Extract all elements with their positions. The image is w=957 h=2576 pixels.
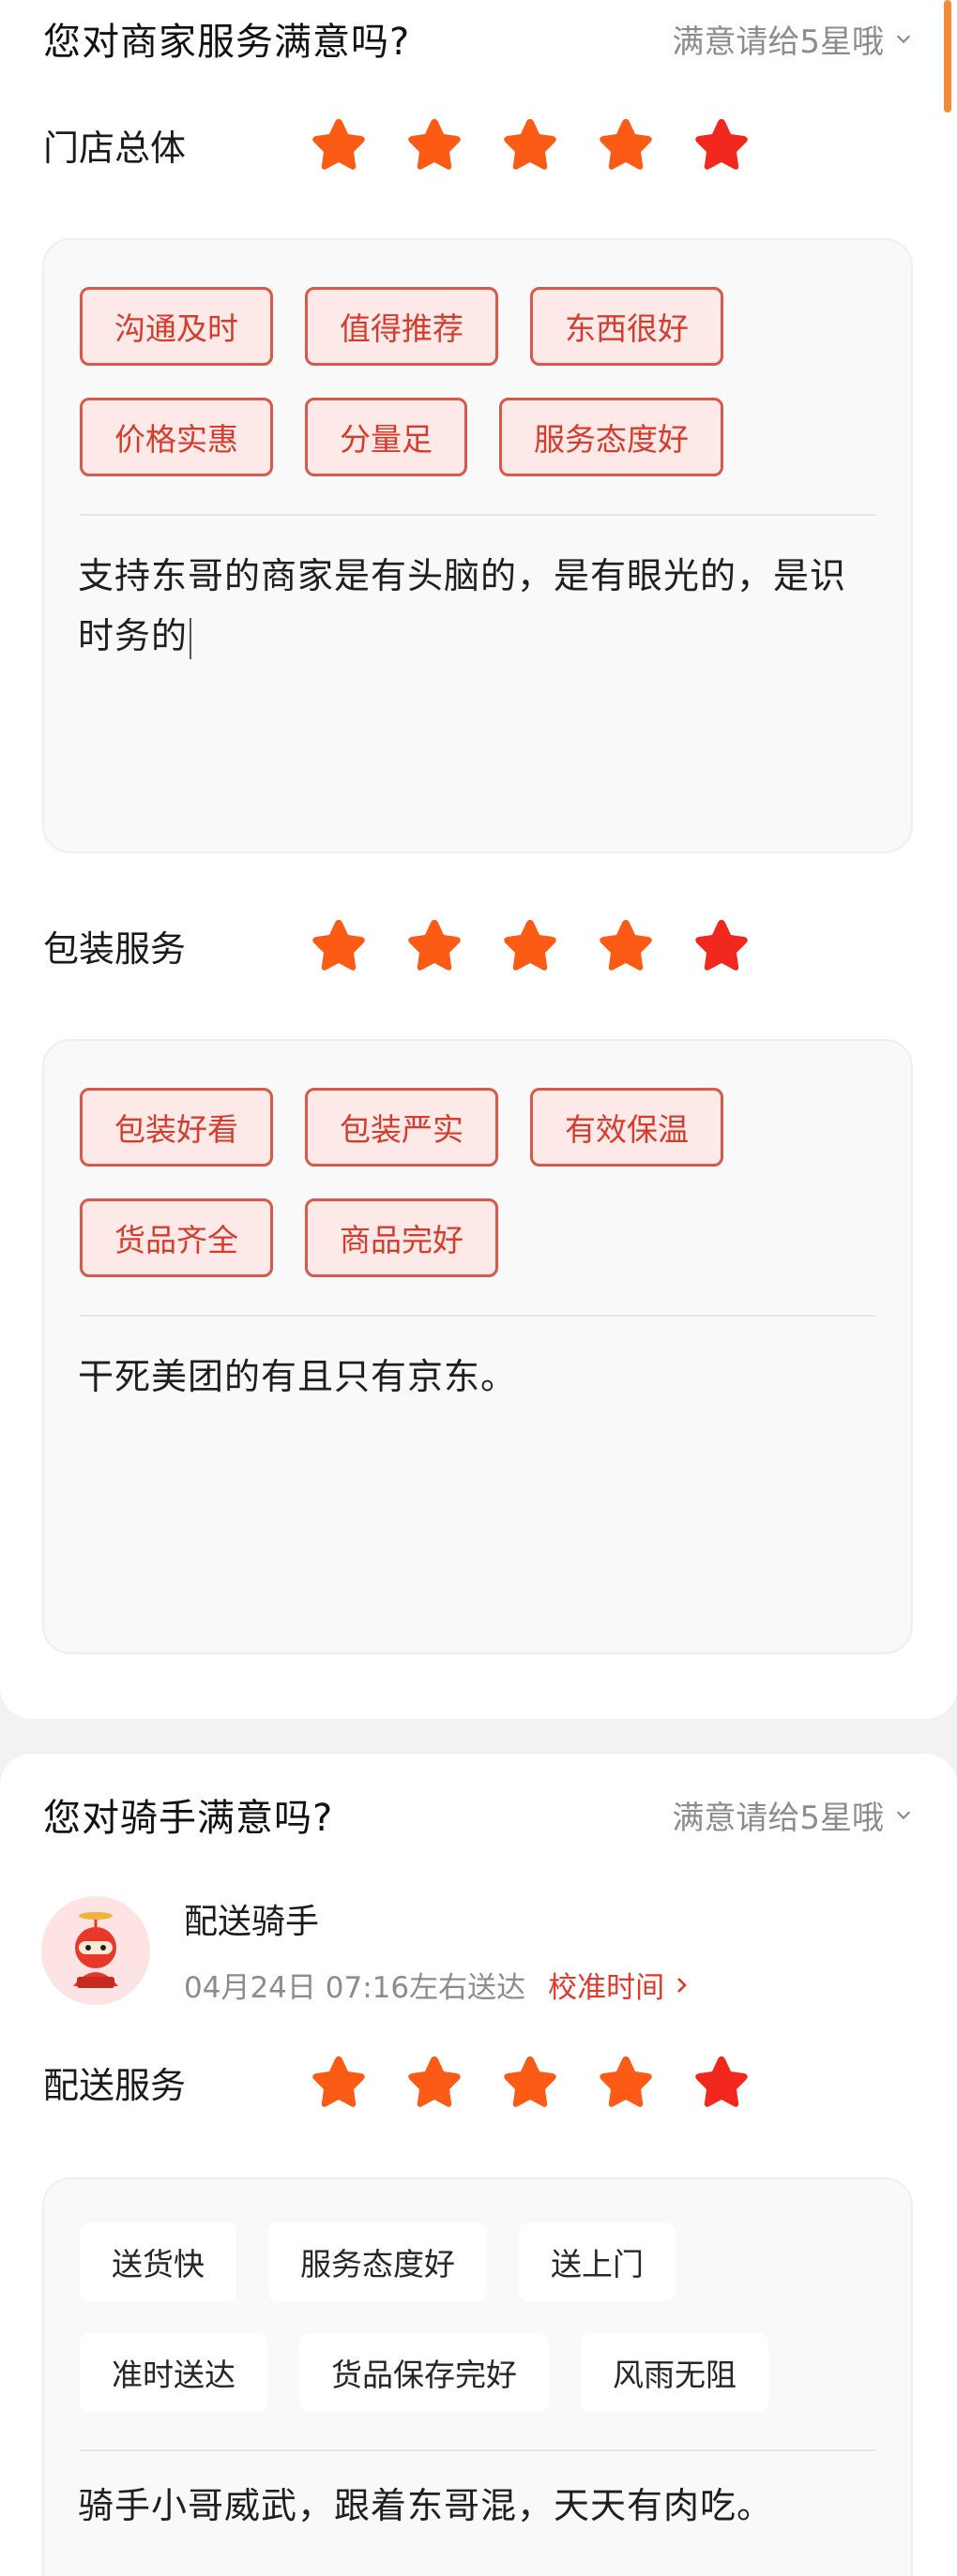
- star-icon[interactable]: [310, 916, 368, 974]
- calibrate-time-label: 校准时间: [548, 1971, 665, 2005]
- delivery-rating-row: 配送服务: [43, 2044, 751, 2119]
- star-icon[interactable]: [692, 916, 751, 974]
- packaging-star-rating[interactable]: [310, 916, 751, 974]
- packaging-review-input[interactable]: 干死美团的有且只有京东。: [78, 1347, 864, 1407]
- star-icon[interactable]: [692, 115, 751, 173]
- scrollbar[interactable]: [944, 0, 951, 113]
- star-icon[interactable]: [405, 916, 463, 974]
- review-tag[interactable]: 包装严实: [305, 1088, 498, 1167]
- delivery-review-input[interactable]: 骑手小哥威武，跟着东哥混，天天有肉吃。: [78, 2476, 864, 2536]
- rider-hint-label: 满意请给5星哦: [672, 1799, 884, 1837]
- review-tag[interactable]: 包装好看: [80, 1088, 273, 1167]
- star-icon[interactable]: [597, 916, 655, 974]
- store-section-header: 您对商家服务满意吗? 满意请给5星哦: [43, 6, 914, 71]
- review-tag[interactable]: 值得推荐: [305, 287, 498, 366]
- review-tag[interactable]: 送货快: [80, 2222, 236, 2301]
- overall-tags-row-2: 价格实惠 分量足 服务态度好: [80, 398, 723, 476]
- chevron-down-icon: [896, 35, 911, 44]
- overall-rating-label: 门店总体: [43, 127, 187, 169]
- chevron-down-icon: [896, 1811, 911, 1820]
- rider-section-header: 您对骑手满意吗? 满意请给5星哦: [43, 1782, 914, 1847]
- overall-review-input[interactable]: 支持东哥的商家是有头脑的，是有眼光的，是识 时务的: [78, 546, 864, 666]
- packaging-tags-row-1: 包装好看 包装严实 有效保温: [80, 1088, 723, 1167]
- rider-rating-card: 您对骑手满意吗? 满意请给5星哦 配送骑手 04月24日 07:16左右送达 校…: [0, 1754, 957, 2576]
- divider: [80, 1315, 875, 1317]
- review-tag[interactable]: 商品完好: [305, 1198, 498, 1277]
- packaging-review-text: 干死美团的有且只有京东。: [78, 1356, 518, 1397]
- divider: [80, 514, 875, 516]
- overall-review-box: 沟通及时 值得推荐 东西很好 价格实惠 分量足 服务态度好 支持东哥的商家是有头脑的，是…: [42, 238, 913, 853]
- rider-hint-dropdown[interactable]: 满意请给5星哦: [672, 1792, 914, 1838]
- overall-rating-row: 门店总体: [43, 107, 751, 182]
- delivery-star-rating[interactable]: [310, 2053, 751, 2111]
- text-cursor: [190, 617, 192, 659]
- star-icon[interactable]: [310, 2053, 368, 2111]
- review-tag[interactable]: 有效保温: [530, 1088, 723, 1167]
- packaging-tags-row-2: 货品齐全 商品完好: [80, 1198, 498, 1277]
- rider-mascot-icon: [73, 1911, 118, 1988]
- star-icon[interactable]: [501, 916, 559, 974]
- review-tag[interactable]: 货品保存完好: [299, 2333, 549, 2412]
- store-hint-label: 满意请给5星哦: [672, 23, 884, 61]
- delivery-review-text: 骑手小哥威武，跟着东哥混，天天有肉吃。: [78, 2485, 774, 2526]
- packaging-review-box: 包装好看 包装严实 有效保温 货品齐全 商品完好 干死美团的有且只有京东。: [42, 1039, 913, 1654]
- overall-star-rating[interactable]: [310, 115, 751, 173]
- delivery-tags-row-2: 准时送达 货品保存完好 风雨无阻: [80, 2333, 768, 2412]
- review-tag[interactable]: 服务态度好: [499, 398, 723, 476]
- star-icon[interactable]: [597, 2053, 655, 2111]
- review-tag[interactable]: 分量足: [305, 398, 467, 476]
- rider-profile: 配送骑手 04月24日 07:16左右送达 校准时间: [41, 1894, 691, 2006]
- star-icon[interactable]: [597, 115, 655, 173]
- review-tag[interactable]: 准时送达: [80, 2333, 267, 2412]
- delivery-review-box: 送货快 服务态度好 送上门 准时送达 货品保存完好 风雨无阻 骑手小哥威武，跟着东哥混，…: [42, 2177, 913, 2576]
- star-icon[interactable]: [405, 2053, 463, 2111]
- store-section-title: 您对商家服务满意吗?: [43, 21, 411, 64]
- delivery-rating-label: 配送服务: [43, 2064, 187, 2106]
- star-icon[interactable]: [310, 115, 368, 173]
- calibrate-time-link[interactable]: 校准时间: [548, 1964, 691, 2006]
- review-tag[interactable]: 服务态度好: [268, 2222, 487, 2301]
- rider-avatar: [41, 1895, 150, 2005]
- review-tag[interactable]: 风雨无阻: [581, 2333, 768, 2412]
- rider-section-title: 您对骑手满意吗?: [43, 1797, 334, 1840]
- star-icon[interactable]: [501, 115, 559, 173]
- rider-name: 配送骑手: [184, 1903, 320, 1941]
- review-tag[interactable]: 价格实惠: [80, 398, 273, 476]
- star-icon[interactable]: [405, 115, 463, 173]
- star-icon[interactable]: [692, 2053, 751, 2111]
- star-icon[interactable]: [501, 2053, 559, 2111]
- packaging-rating-row: 包装服务: [43, 908, 751, 983]
- overall-review-line-2: 时务的: [78, 615, 189, 656]
- overall-review-line-1: 支持东哥的商家是有头脑的，是有眼光的，是识: [78, 555, 847, 596]
- store-rating-card: 您对商家服务满意吗? 满意请给5星哦 门店总体 沟通及时 值得推荐 东西很好 价格实…: [0, 0, 957, 1719]
- overall-tags-row-1: 沟通及时 值得推荐 东西很好: [80, 287, 723, 366]
- review-tag[interactable]: 沟通及时: [80, 287, 273, 366]
- divider: [80, 2449, 875, 2451]
- chevron-right-icon: [677, 1977, 687, 1993]
- delivery-time: 04月24日 07:16左右送达: [184, 1971, 526, 2005]
- review-tag[interactable]: 送上门: [519, 2222, 676, 2301]
- delivery-tags-row-1: 送货快 服务态度好 送上门: [80, 2222, 676, 2301]
- review-tag[interactable]: 货品齐全: [80, 1198, 273, 1277]
- store-hint-dropdown[interactable]: 满意请给5星哦: [672, 16, 914, 62]
- packaging-rating-label: 包装服务: [43, 927, 187, 970]
- review-tag[interactable]: 东西很好: [530, 287, 723, 366]
